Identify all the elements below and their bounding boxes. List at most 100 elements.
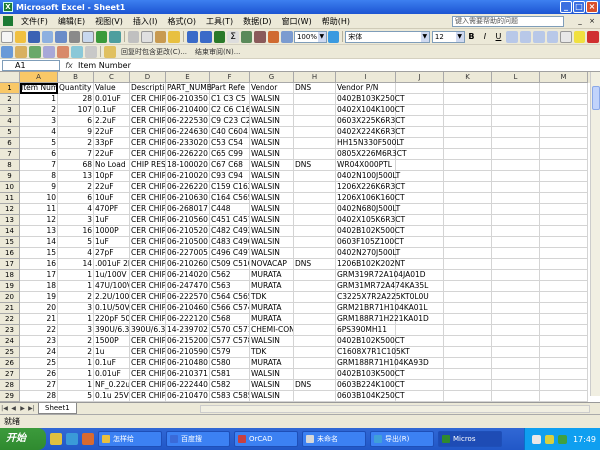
cell-j5[interactable] xyxy=(396,127,444,138)
cell-c3[interactable]: 0.1uF xyxy=(94,105,130,116)
font-color-icon[interactable] xyxy=(587,30,599,43)
cell-j22[interactable] xyxy=(396,314,444,325)
cell-k9[interactable] xyxy=(444,171,492,182)
row-header[interactable]: 20 xyxy=(0,292,20,303)
cell-d21[interactable]: CER CHIP xyxy=(130,303,166,314)
cell-l12[interactable] xyxy=(492,204,540,215)
cell-l20[interactable] xyxy=(492,292,540,303)
cell-k10[interactable] xyxy=(444,182,492,193)
cell-e12[interactable]: 06-268017 xyxy=(166,204,210,215)
cell-k25[interactable] xyxy=(444,347,492,358)
cell-e20[interactable]: 06-222570 xyxy=(166,292,210,303)
cell-a5[interactable]: 4 xyxy=(20,127,58,138)
cell-e4[interactable]: 06-222530 xyxy=(166,116,210,127)
cell-c20[interactable]: 2.2U/100V xyxy=(94,292,130,303)
cell-e18[interactable]: 06-214020 xyxy=(166,270,210,281)
cell-f19[interactable]: C563 xyxy=(210,281,250,292)
cell-k28[interactable] xyxy=(444,380,492,391)
cell-m1[interactable] xyxy=(540,83,588,94)
cell-g25[interactable]: TDK xyxy=(250,347,294,358)
reply-with-changes-button[interactable]: 回复时包含更改(C)... xyxy=(121,47,187,57)
row-header[interactable]: 11 xyxy=(0,193,20,204)
row-header[interactable]: 12 xyxy=(0,204,20,215)
cell-c19[interactable]: 47U/100V C xyxy=(94,281,130,292)
row-header[interactable]: 7 xyxy=(0,149,20,160)
close-button[interactable]: × xyxy=(586,1,598,13)
cell-g2[interactable]: WALSIN xyxy=(250,94,294,105)
cell-k22[interactable] xyxy=(444,314,492,325)
cell-k13[interactable] xyxy=(444,215,492,226)
scroll-thumb[interactable] xyxy=(592,86,600,110)
cell-a19[interactable]: 18 xyxy=(20,281,58,292)
cell-f15[interactable]: C483 C490 xyxy=(210,237,250,248)
cell-c23[interactable]: 390U/6.3V xyxy=(94,325,130,336)
hyperlink-icon[interactable] xyxy=(213,30,226,43)
cell-d7[interactable]: CER CHIP xyxy=(130,149,166,160)
cell-k27[interactable] xyxy=(444,369,492,380)
row-header[interactable]: 8 xyxy=(0,160,20,171)
cell-a3[interactable]: 2 xyxy=(20,105,58,116)
cell-b2[interactable]: 28 xyxy=(58,94,94,105)
cell-d8[interactable]: CHIP RES xyxy=(130,160,166,171)
cell-d15[interactable]: CER CHIP xyxy=(130,237,166,248)
cell-b25[interactable]: 2 xyxy=(58,347,94,358)
cell-b13[interactable]: 3 xyxy=(58,215,94,226)
cell-a27[interactable]: 26 xyxy=(20,369,58,380)
cell-a8[interactable]: 7 xyxy=(20,160,58,171)
row-header[interactable]: 26 xyxy=(0,358,20,369)
row-header[interactable]: 17 xyxy=(0,259,20,270)
cell-m25[interactable] xyxy=(540,347,588,358)
cell-b18[interactable]: 1 xyxy=(58,270,94,281)
cell-b6[interactable]: 2 xyxy=(58,138,94,149)
cell-e7[interactable]: 06-226220 xyxy=(166,149,210,160)
cell-b15[interactable]: 5 xyxy=(58,237,94,248)
cell-f11[interactable]: C164 C565 xyxy=(210,193,250,204)
cell-c7[interactable]: 22uF xyxy=(94,149,130,160)
copy-icon[interactable] xyxy=(141,30,153,43)
cell-e28[interactable]: 06-222440 xyxy=(166,380,210,391)
cell-k1[interactable] xyxy=(444,83,492,94)
cell-k12[interactable] xyxy=(444,204,492,215)
cell-j1[interactable] xyxy=(396,83,444,94)
spelling-icon[interactable] xyxy=(95,30,108,43)
cell-a29[interactable]: 28 xyxy=(20,391,58,402)
vertical-scrollbar[interactable] xyxy=(590,72,600,396)
quick-launch-icon[interactable] xyxy=(66,433,78,445)
cell-h19[interactable] xyxy=(294,281,336,292)
cell-d5[interactable]: CER CHIP xyxy=(130,127,166,138)
column-header-j[interactable]: J xyxy=(396,72,444,83)
cell-e1[interactable]: PART_NUMB xyxy=(166,83,212,94)
cell-f5[interactable]: C40 C604 xyxy=(210,127,250,138)
workbook-icon[interactable] xyxy=(3,16,13,26)
cell-c16[interactable]: 27pF xyxy=(94,248,130,259)
cell-c13[interactable]: 1uF xyxy=(94,215,130,226)
row-header[interactable]: 6 xyxy=(0,138,20,149)
cell-f12[interactable]: C448 xyxy=(210,204,250,215)
font-name-select[interactable]: 宋体 ▼ xyxy=(345,30,430,43)
cell-h3[interactable] xyxy=(294,105,336,116)
cell-c8[interactable]: No Load xyxy=(94,160,130,171)
cell-d24[interactable]: CER CHIP xyxy=(130,336,166,347)
first-sheet-button[interactable]: |◀ xyxy=(0,404,9,413)
cell-i14[interactable]: 0402B102K500CT xyxy=(336,226,405,237)
cell-j27[interactable] xyxy=(396,369,444,380)
column-header-l[interactable]: L xyxy=(492,72,540,83)
cell-j11[interactable] xyxy=(396,193,444,204)
cell-e19[interactable]: 06-247470 xyxy=(166,281,210,292)
cell-d12[interactable]: CER CHIP xyxy=(130,204,166,215)
end-review-button[interactable]: 结束审阅(N)... xyxy=(195,47,240,57)
cell-e8[interactable]: 18-100020 xyxy=(166,160,210,171)
cell-d17[interactable]: CER CHIP xyxy=(130,259,166,270)
quick-launch-icon[interactable] xyxy=(50,433,62,445)
cell-m4[interactable] xyxy=(540,116,588,127)
task-excel-button[interactable]: Micros xyxy=(438,431,502,447)
cell-h14[interactable] xyxy=(294,226,336,237)
cell-m13[interactable] xyxy=(540,215,588,226)
cell-e24[interactable]: 06-215200 xyxy=(166,336,210,347)
cell-b22[interactable]: 1 xyxy=(58,314,94,325)
cell-l4[interactable] xyxy=(492,116,540,127)
cell-j29[interactable] xyxy=(396,391,444,402)
cell-l2[interactable] xyxy=(492,94,540,105)
cell-d18[interactable]: CER CHIP xyxy=(130,270,166,281)
row-header[interactable]: 18 xyxy=(0,270,20,281)
